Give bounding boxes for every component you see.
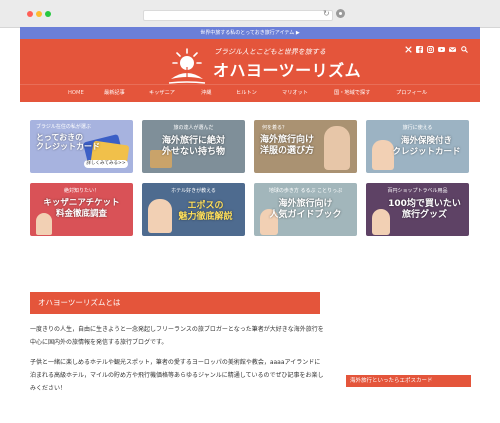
card-title: 海外旅行向け 洋服の選び方: [260, 135, 315, 156]
nav-item-kidzania[interactable]: キッザニア: [149, 85, 175, 102]
nav-item-marriott[interactable]: マリオット: [282, 85, 308, 102]
feature-card-insured-credit-card[interactable]: 旅行に使える 海外保険付き クレジットカード: [366, 120, 469, 173]
card-title: 海外旅行向け 人気ガイドブック: [269, 199, 342, 220]
logo-icon[interactable]: [165, 45, 209, 89]
zoom-window-button[interactable]: [45, 11, 51, 17]
nav-item-hilton[interactable]: ヒルトン: [236, 85, 257, 102]
feature-card-kidzania[interactable]: 絶対知りたい！ キッザニアチケット 料金徹底調査: [30, 183, 133, 236]
instagram-icon[interactable]: [427, 46, 434, 53]
announcement-bar[interactable]: 世界中旅する私のとっておき旅行アイテム ▶: [20, 27, 480, 39]
feature-card-clothing[interactable]: 何を着る？ 海外旅行向け 洋服の選び方: [254, 120, 357, 173]
mail-icon[interactable]: [449, 46, 456, 53]
about-heading: オハヨーツーリズムとは: [30, 292, 320, 314]
card-kicker: 絶対知りたい！: [63, 188, 99, 194]
search-icon[interactable]: [461, 46, 468, 53]
facebook-icon[interactable]: [416, 46, 423, 53]
card-title: キッザニアチケット 料金徹底調査: [43, 198, 120, 219]
nav-item-profile[interactable]: プロフィール: [396, 85, 427, 102]
card-title: 100均で買いたい 旅行グッズ: [388, 199, 461, 220]
feature-card-credit-card[interactable]: ブラジル在住の私が選ぶ とっておきの クレジットカード 詳しくみてみる>>: [30, 120, 133, 173]
card-kicker: 旅行に使える: [402, 125, 433, 131]
card-kicker: ブラジル在住の私が選ぶ: [36, 124, 91, 130]
card-cta-button[interactable]: 詳しくみてみる>>: [84, 160, 128, 168]
browser-toolbar: ↻: [0, 0, 500, 28]
feature-card-packing-list[interactable]: 旅の達人が選んだ 海外旅行に絶対 外せない持ち物: [142, 120, 245, 173]
nav-item-home[interactable]: HOME: [68, 85, 84, 102]
main-nav: HOME 最新記事 キッザニア 沖縄 ヒルトン マリオット 国・地域で探す プロ…: [20, 84, 480, 102]
nav-item-okinawa[interactable]: 沖縄: [201, 85, 211, 102]
card-kicker: 地球の歩き方 るるぶ ことりっぷ: [268, 188, 343, 194]
about-paragraph: 一度きりの人生，自由に生きようと一念発起しフリーランスの旅ブロガーとなった筆者が…: [30, 326, 324, 346]
sidebar-epos-link[interactable]: 海外旅行といったらエポスカード: [346, 375, 471, 387]
nav-item-destinations[interactable]: 国・地域で探す: [334, 85, 370, 102]
address-bar[interactable]: [143, 10, 333, 21]
card-title: エポスの 魅力徹底解説: [178, 201, 233, 222]
card-title: とっておきの クレジットカード: [36, 133, 100, 151]
nav-item-latest[interactable]: 最新記事: [104, 85, 125, 102]
minimize-window-button[interactable]: [36, 11, 42, 17]
card-title: 海外旅行に絶対 外せない持ち物: [161, 136, 225, 157]
card-kicker: 何を着る？: [262, 125, 288, 131]
x-icon[interactable]: [405, 46, 412, 53]
close-window-button[interactable]: [27, 11, 33, 17]
about-paragraph: 子供と一緒に楽しめるホテルや観光スポット，筆者の愛するヨーロッパの美術館や教会，…: [30, 359, 324, 392]
card-title: 海外保険付き クレジットカード: [392, 136, 461, 157]
site-tagline: ブラジル人とこどもと世界を旅する: [214, 48, 326, 56]
card-kicker: ホテル好きが教える: [171, 188, 216, 194]
feature-card-epos[interactable]: ホテル好きが教える エポスの 魅力徹底解説: [142, 183, 245, 236]
reload-icon[interactable]: ↻: [323, 9, 330, 19]
site-title[interactable]: オハヨーツーリズム: [213, 57, 361, 81]
feature-card-dollar-store[interactable]: 百円ショップトラベル用品 100均で買いたい 旅行グッズ: [366, 183, 469, 236]
card-kicker: 旅の達人が選んだ: [173, 125, 214, 131]
feature-card-guidebooks[interactable]: 地球の歩き方 るるぶ ことりっぷ 海外旅行向け 人気ガイドブック: [254, 183, 357, 236]
extension-icon[interactable]: [336, 9, 345, 18]
youtube-icon[interactable]: [438, 46, 445, 53]
card-kicker: 百円ショップトラベル用品: [387, 188, 448, 194]
